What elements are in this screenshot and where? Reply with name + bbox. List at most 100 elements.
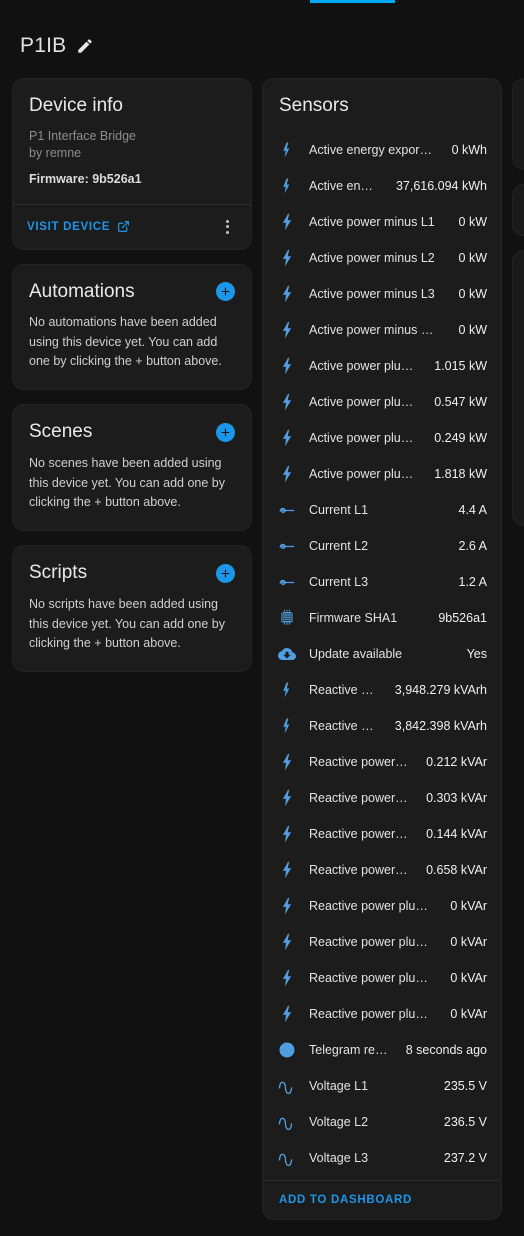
sensor-row[interactable]: Reactive energy e… 3,948.279 kVArh bbox=[277, 672, 487, 708]
sensor-value: 235.5 V bbox=[443, 1078, 487, 1093]
sensor-value: 1.818 kW bbox=[434, 466, 487, 481]
flash-icon bbox=[277, 860, 297, 880]
sensor-row[interactable]: Active energy imp… 37,616.094 kWh bbox=[277, 168, 487, 204]
sensor-name: Reactive energy e… bbox=[309, 682, 377, 697]
sensors-card: Sensors Active energy export Q2 Q30 kWhA… bbox=[262, 78, 502, 1220]
flash-icon bbox=[277, 284, 297, 304]
sensor-name: Update available bbox=[309, 646, 403, 661]
sensor-value: 0.249 kW bbox=[434, 430, 487, 445]
sensor-value: 0.547 kW bbox=[434, 394, 487, 409]
sensor-row[interactable]: Telegram received 8 seconds ago bbox=[277, 1032, 487, 1068]
flash-icon bbox=[277, 320, 297, 340]
sensor-row[interactable]: Reactive power plus L1 0 kVAr bbox=[277, 888, 487, 924]
sensor-name: Current L3 bbox=[309, 574, 369, 589]
sensor-value: 4.4 A bbox=[458, 502, 488, 517]
device-firmware: Firmware: 9b526a1 bbox=[29, 171, 142, 186]
sensor-name: Active energy imp… bbox=[309, 178, 378, 193]
add-script-button[interactable] bbox=[216, 564, 235, 584]
sensor-value: 0 kW bbox=[458, 286, 487, 301]
sensor-value: 0 kVAr bbox=[450, 970, 487, 985]
page-header: P1IB bbox=[20, 34, 94, 58]
device-page: P1IB Device info P1 Interface Bridge by … bbox=[0, 0, 524, 1236]
sensor-row[interactable]: Active power plus L2 0.547 kW bbox=[277, 384, 487, 420]
plus-icon bbox=[221, 569, 230, 578]
flash-icon bbox=[277, 968, 297, 988]
sensor-list: Active energy export Q2 Q30 kWhActive en… bbox=[263, 132, 501, 1180]
active-tab-indicator bbox=[310, 0, 395, 3]
lightning-bolt-outline-icon bbox=[277, 680, 297, 700]
sensor-row[interactable]: Active power minus L2 0 kW bbox=[277, 240, 487, 276]
sensor-name: Current L1 bbox=[309, 502, 369, 517]
sensor-row[interactable]: Active power plus L1 1.015 kW bbox=[277, 348, 487, 384]
sensor-name: Reactive power plus L3 bbox=[309, 970, 433, 985]
sensor-value: 3,948.279 kVArh bbox=[394, 682, 487, 697]
lightning-bolt-outline-icon bbox=[277, 176, 297, 196]
sensor-row[interactable]: Current L2 2.6 A bbox=[277, 528, 487, 564]
lightning-bolt-outline-icon bbox=[277, 140, 297, 160]
sensor-value: 2.6 A bbox=[458, 538, 488, 553]
flash-icon bbox=[277, 788, 297, 808]
scripts-card: Scripts No scripts have been added using… bbox=[12, 545, 252, 673]
sensor-row[interactable]: Update available Yes bbox=[277, 636, 487, 672]
sensor-value: 0.144 kVAr bbox=[426, 826, 487, 841]
sensor-row[interactable]: Current L3 1.2 A bbox=[277, 564, 487, 600]
sensor-name: Active power plus L2 bbox=[309, 394, 417, 409]
sensor-row[interactable]: Reactive power minus L1 0.212 kVAr bbox=[277, 744, 487, 780]
sensor-row[interactable]: Voltage L1 235.5 V bbox=[277, 1068, 487, 1104]
sensor-name: Voltage L1 bbox=[309, 1078, 369, 1093]
flash-icon bbox=[277, 464, 297, 484]
flash-icon bbox=[277, 248, 297, 268]
sensor-row[interactable]: Firmware SHA1 9b526a1 bbox=[277, 600, 487, 636]
sensor-row[interactable]: Reactive power minus L2 0.303 kVAr bbox=[277, 780, 487, 816]
left-column: Device info P1 Interface Bridge by remne… bbox=[12, 78, 252, 686]
sensor-value: 0 kVAr bbox=[450, 898, 487, 913]
device-manufacturer: by remne bbox=[29, 145, 82, 160]
scenes-card: Scenes No scenes have been added using t… bbox=[12, 404, 252, 532]
kebab-menu-icon[interactable] bbox=[217, 217, 237, 237]
sensor-name: Active power minus L3 bbox=[309, 286, 435, 301]
offscreen-card-1 bbox=[512, 78, 524, 170]
sensor-row[interactable]: Active power plus Q1 Q4 1.818 kW bbox=[277, 456, 487, 492]
sensor-value: 0 kVAr bbox=[450, 934, 487, 949]
external-link-icon bbox=[117, 220, 130, 233]
add-to-dashboard-button[interactable]: ADD TO DASHBOARD bbox=[279, 1194, 412, 1206]
flash-icon bbox=[277, 356, 297, 376]
sensor-name: Reactive power plus Q1 Q2 bbox=[309, 1006, 432, 1021]
pencil-icon[interactable] bbox=[76, 37, 94, 55]
sensor-row[interactable]: Current L1 4.4 A bbox=[277, 492, 487, 528]
flash-icon bbox=[277, 428, 297, 448]
sensor-name: Reactive energy i… bbox=[309, 718, 377, 733]
sensor-row[interactable]: Voltage L2 236.5 V bbox=[277, 1104, 487, 1140]
sensor-row[interactable]: Active energy export Q2 Q3 0 kWh bbox=[277, 132, 487, 168]
sensor-row[interactable]: Active power plus L3 0.249 kW bbox=[277, 420, 487, 456]
sensor-row[interactable]: Reactive power plus Q1 Q2 0 kVAr bbox=[277, 996, 487, 1032]
sensor-name: Reactive power minus Q… bbox=[309, 862, 409, 877]
sensor-row[interactable]: Reactive power plus L2 0 kVAr bbox=[277, 924, 487, 960]
visit-device-button[interactable]: VISIT DEVICE bbox=[27, 220, 130, 233]
sensor-row[interactable]: Active power minus L1 0 kW bbox=[277, 204, 487, 240]
sensor-row[interactable]: Reactive power minus Q… 0.658 kVAr bbox=[277, 852, 487, 888]
sine-wave-icon bbox=[277, 1112, 297, 1132]
device-info-actions: VISIT DEVICE bbox=[13, 205, 251, 249]
sensor-row[interactable]: Reactive power plus L3 0 kVAr bbox=[277, 960, 487, 996]
sensor-name: Reactive power minus L2 bbox=[309, 790, 409, 805]
sensor-name: Active power minus L1 bbox=[309, 214, 435, 229]
offscreen-card-3 bbox=[512, 250, 524, 526]
sensor-value: 0 kVAr bbox=[450, 1006, 487, 1021]
sensor-name: Active power plus L1 bbox=[309, 358, 417, 373]
add-scene-button[interactable] bbox=[216, 423, 235, 443]
sensor-row[interactable]: Voltage L3 237.2 V bbox=[277, 1140, 487, 1176]
sensor-row[interactable]: Active power minus L3 0 kW bbox=[277, 276, 487, 312]
sensor-name: Reactive power minus L1 bbox=[309, 754, 409, 769]
flash-icon bbox=[277, 896, 297, 916]
sensor-value: 0 kW bbox=[458, 322, 487, 337]
sensor-row[interactable]: Active power minus Q2 Q3 0 kW bbox=[277, 312, 487, 348]
sensor-row[interactable]: Reactive power minus L3 0.144 kVAr bbox=[277, 816, 487, 852]
sensor-value: 8 seconds ago bbox=[405, 1042, 487, 1057]
add-automation-button[interactable] bbox=[216, 282, 235, 302]
sensor-name: Active power plus L3 bbox=[309, 430, 417, 445]
sensor-name: Voltage L2 bbox=[309, 1114, 369, 1129]
sensor-row[interactable]: Reactive energy i… 3,842.398 kVArh bbox=[277, 708, 487, 744]
sensor-value: 9b526a1 bbox=[438, 610, 487, 625]
scenes-empty-text: No scenes have been added using this dev… bbox=[29, 456, 225, 510]
